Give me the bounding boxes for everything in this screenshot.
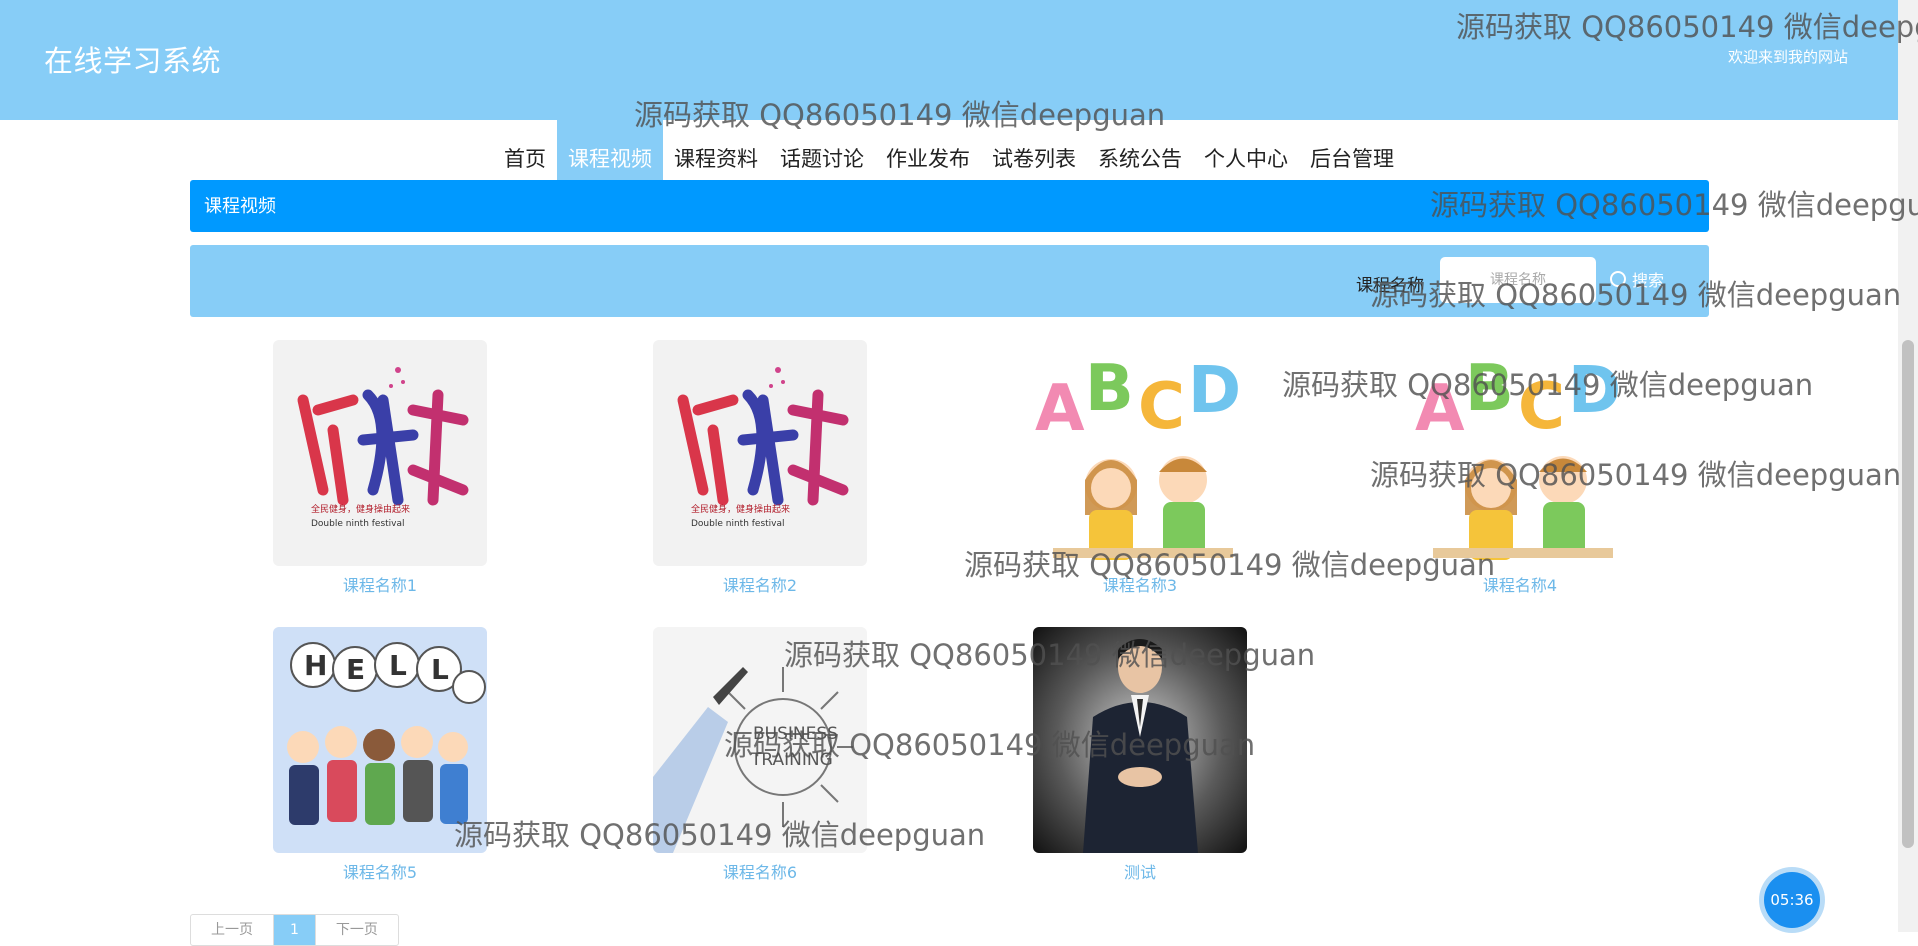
scrollbar-thumb[interactable] [1902, 340, 1914, 848]
search-input[interactable] [1440, 257, 1596, 303]
svg-text:Double ninth festival: Double ninth festival [691, 519, 785, 529]
site-header: 在线学习系统 欢迎来到我的网站 [0, 0, 1898, 120]
course-thumbnail[interactable]: BUSINESS TRAINING [653, 627, 867, 853]
svg-text:C: C [1138, 370, 1185, 444]
course-title[interactable]: 课程名称5 [273, 859, 487, 883]
svg-text:全民健身，健身操由起来: 全民健身，健身操由起来 [691, 503, 790, 515]
course-card[interactable]: H E L L 课程名称5 [273, 627, 487, 883]
course-title[interactable]: 课程名称6 [653, 859, 867, 883]
welcome-text: 欢迎来到我的网站 [1727, 48, 1848, 66]
svg-text:BUSINESS: BUSINESS [753, 724, 838, 744]
svg-text:B: B [1085, 352, 1134, 426]
current-page-button[interactable]: 1 [274, 915, 316, 945]
svg-text:C: C [1518, 370, 1565, 444]
course-card[interactable]: 测试 [1033, 627, 1247, 883]
course-card[interactable]: 全民健身，健身操由起来 Double ninth festival 课程名称1 [273, 340, 487, 596]
site-title: 在线学习系统 [44, 44, 222, 78]
svg-text:A: A [1415, 372, 1465, 446]
course-thumbnail[interactable]: A B C D [1033, 340, 1247, 566]
svg-text:H: H [304, 649, 327, 682]
course-title[interactable]: 课程名称3 [1033, 572, 1247, 596]
section-title-bar: 课程视频 [190, 180, 1709, 232]
svg-text:E: E [346, 653, 365, 686]
course-card[interactable]: BUSINESS TRAINING 课程名称6 [653, 627, 867, 883]
course-title[interactable]: 测试 [1033, 859, 1247, 883]
search-button[interactable]: 搜索 [1610, 267, 1664, 291]
course-card[interactable]: A B C D 课程名称4 [1413, 340, 1627, 596]
course-card[interactable]: A B C D 课程名称3 [1033, 340, 1247, 596]
svg-text:L: L [431, 653, 449, 686]
svg-text:L: L [389, 649, 407, 682]
svg-text:A: A [1035, 372, 1085, 446]
svg-text:Double ninth festival: Double ninth festival [311, 519, 405, 529]
svg-text:TRAINING: TRAINING [750, 750, 833, 770]
section-title: 课程视频 [204, 196, 276, 217]
svg-text:D: D [1188, 354, 1241, 428]
course-title[interactable]: 课程名称4 [1413, 572, 1627, 596]
course-thumbnail[interactable]: H E L L [273, 627, 487, 853]
course-thumbnail[interactable]: 全民健身，健身操由起来 Double ninth festival [273, 340, 487, 566]
prev-page-button[interactable]: 上一页 [191, 915, 274, 945]
course-card[interactable]: 全民健身，健身操由起来 Double ninth festival 课程名称2 [653, 340, 867, 596]
search-label: 课程名称 [1356, 276, 1424, 296]
svg-text:D: D [1568, 354, 1621, 428]
search-bar: 课程名称 搜索 [190, 245, 1709, 317]
pagination: 上一页 1 下一页 [190, 914, 399, 946]
course-title[interactable]: 课程名称1 [273, 572, 487, 596]
course-thumbnail[interactable] [1033, 627, 1247, 853]
next-page-button[interactable]: 下一页 [316, 915, 398, 945]
search-button-label: 搜索 [1632, 271, 1665, 290]
search-icon [1610, 271, 1626, 287]
page-scrollbar[interactable] [1898, 0, 1918, 932]
svg-text:全民健身，健身操由起来: 全民健身，健身操由起来 [311, 503, 410, 515]
svg-text:B: B [1465, 352, 1514, 426]
course-thumbnail[interactable]: A B C D [1413, 340, 1627, 566]
course-title[interactable]: 课程名称2 [653, 572, 867, 596]
course-thumbnail[interactable]: 全民健身，健身操由起来 Double ninth festival [653, 340, 867, 566]
floating-timer-button[interactable]: 05:36 [1764, 872, 1820, 928]
